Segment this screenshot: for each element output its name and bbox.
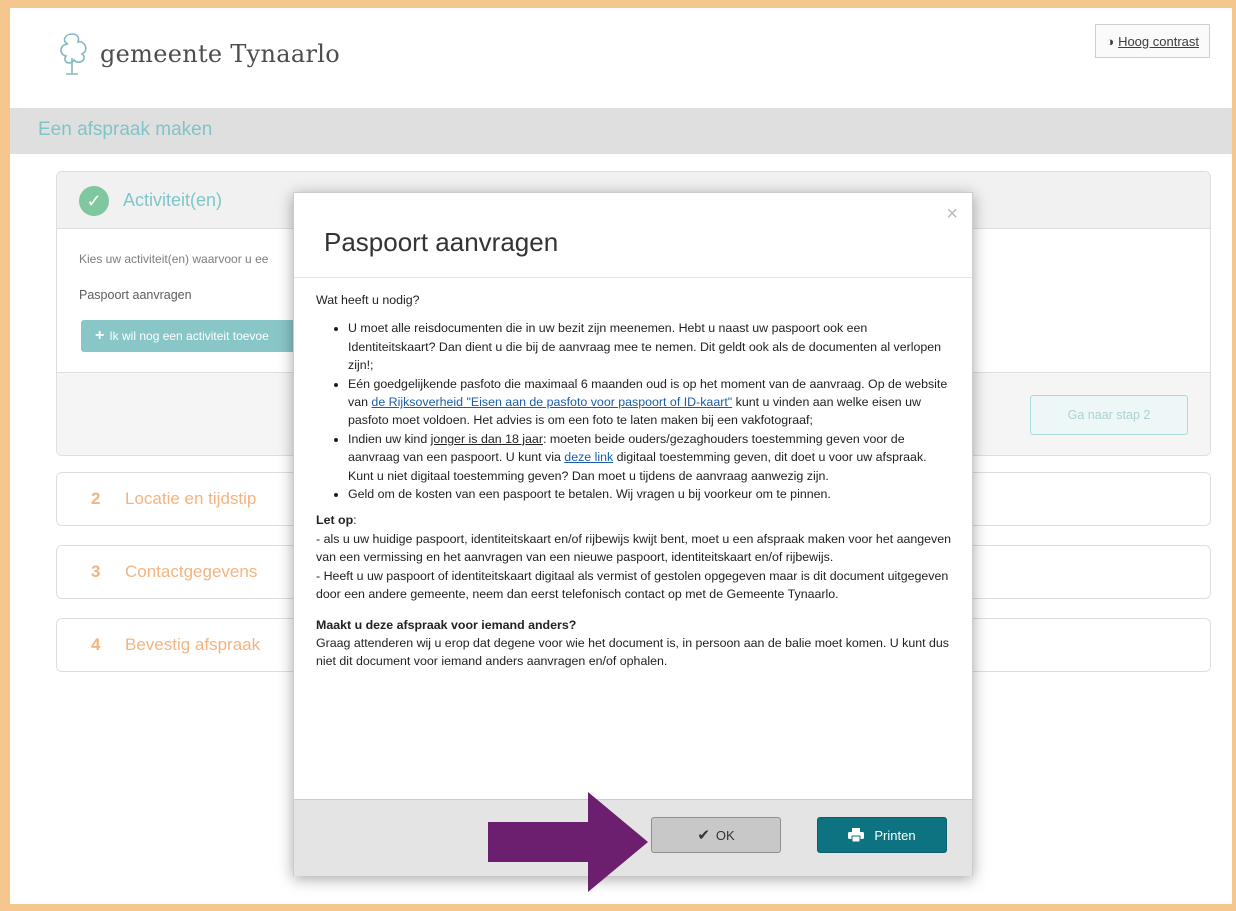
checkmark-icon: ✔ (697, 827, 710, 844)
list-item: Eén goedgelijkende pasfoto die maximaal … (348, 375, 952, 430)
question-text: Maakt u deze afspraak voor iemand anders… (316, 617, 577, 632)
print-button[interactable]: Printen (817, 817, 947, 853)
let-op-heading: Let op: (316, 511, 952, 529)
passport-modal: × Paspoort aanvragen Wat heeft u nodig? … (293, 192, 973, 876)
let-op-colon: : (353, 513, 357, 528)
list-item: Geld om de kosten van een paspoort te be… (348, 485, 952, 503)
requirement-text: Indien uw kind (348, 431, 431, 446)
age-emphasis: jonger is dan 18 jaar (430, 431, 543, 446)
modal-intro: Wat heeft u nodig? (316, 293, 420, 307)
answer-text: Graag attenderen wij u erop dat degene v… (316, 635, 949, 669)
note-lost-documents: - als u uw huidige paspoort, identiteits… (316, 531, 952, 565)
list-item: Indien uw kind jonger is dan 18 jaar: mo… (348, 430, 952, 485)
requirement-text: Geld om de kosten van een paspoort te be… (348, 487, 831, 502)
close-icon[interactable]: × (946, 203, 958, 226)
modal-title: Paspoort aanvragen (324, 227, 559, 257)
modal-body: Wat heeft u nodig? U moet alle reisdocum… (316, 291, 952, 671)
print-label: Printen (874, 827, 916, 843)
requirements-list: U moet alle reisdocumenten die in uw bez… (316, 319, 952, 503)
ok-label: OK (715, 827, 735, 843)
rijksoverheid-link[interactable]: de Rijksoverheid "Eisen aan de pasfoto v… (371, 395, 732, 409)
printer-icon (848, 828, 865, 842)
requirement-text: U moet alle reisdocumenten die in uw bez… (348, 321, 942, 373)
list-item: U moet alle reisdocumenten die in uw bez… (348, 319, 952, 374)
page: gemeente Tynaarlo ◑ Hoog contrast Een af… (10, 8, 1232, 904)
modal-divider (294, 277, 972, 278)
consent-link[interactable]: deze link (564, 450, 613, 464)
question-heading: Maakt u deze afspraak voor iemand anders… (316, 616, 952, 634)
note-other-municipality: - Heeft u uw paspoort of identiteitskaar… (316, 568, 949, 602)
arrow-icon (488, 792, 648, 892)
let-op-label: Let op (316, 513, 354, 528)
ok-button[interactable]: ✔ OK (651, 817, 781, 853)
